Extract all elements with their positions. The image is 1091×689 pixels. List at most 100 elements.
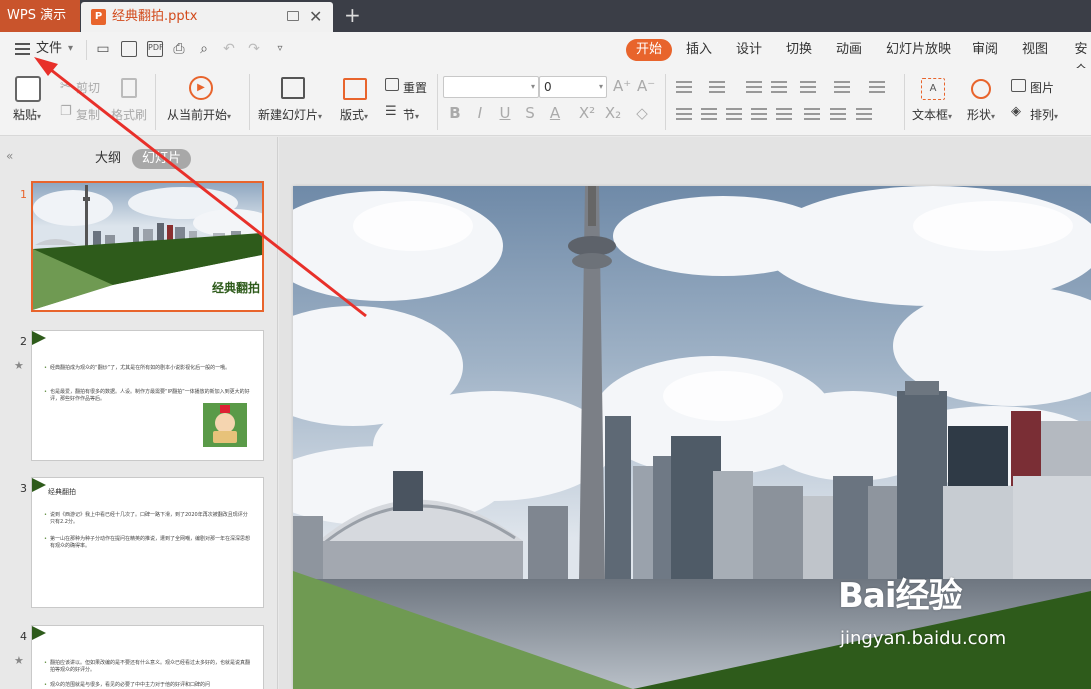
tab-slideshow[interactable]: 幻灯片放映 — [886, 39, 951, 61]
textbox-button[interactable]: 文本框▾ — [912, 106, 952, 123]
increase-indent-icon[interactable] — [771, 81, 787, 93]
paste-icon[interactable] — [15, 76, 41, 102]
file-menu-button[interactable]: 文件 — [36, 32, 62, 66]
print-preview-icon[interactable]: ⌕ — [196, 41, 212, 57]
print-icon[interactable]: ⎙ — [171, 41, 187, 57]
superscript-icon[interactable]: X² — [578, 104, 596, 122]
slide-4-bullet: 翻拍应该讲以。但如果改编的是不要还有什么意义。观众已经看过太多好的，也就是说真翻… — [44, 660, 250, 674]
bullet-list-icon[interactable] — [676, 81, 692, 93]
from-current-button[interactable]: 从当前开始▾ — [167, 106, 231, 123]
close-tab-icon[interactable]: ✕ — [309, 2, 322, 32]
bold-icon[interactable]: B — [446, 104, 464, 122]
cut-button[interactable]: 剪切 — [76, 79, 100, 96]
clear-format-icon[interactable]: ◇ — [633, 104, 651, 122]
numbered-list-icon[interactable] — [709, 81, 725, 93]
new-slide-icon[interactable] — [281, 77, 305, 99]
tab-security[interactable]: 安全 — [1071, 39, 1091, 79]
align-center-icon[interactable] — [701, 108, 717, 120]
arrange-icon[interactable]: ◈ — [1011, 104, 1021, 119]
shape-button[interactable]: 形状▾ — [967, 106, 995, 123]
tab-animation[interactable]: 动画 — [836, 39, 862, 61]
picture-icon[interactable] — [1011, 79, 1026, 92]
tab-view[interactable]: 视图 — [1022, 39, 1048, 61]
new-tab-button[interactable]: + — [344, 0, 361, 30]
document-tab[interactable]: P 经典翻拍.pptx ✕ — [81, 2, 333, 32]
hamburger-menu-icon[interactable] — [15, 43, 30, 55]
collapse-panel-icon[interactable]: « — [6, 149, 13, 163]
tab-outline[interactable]: 大纲 — [95, 149, 121, 169]
slide-thumbnail-4[interactable]: 翻拍应该讲以。但如果改编的是不要还有什么意义。观众已经看过太多好的，也就是说真翻… — [31, 625, 264, 689]
textbox-icon[interactable]: A — [921, 78, 945, 100]
italic-icon[interactable]: I — [471, 104, 489, 122]
font-size-select[interactable]: 0 ▾ — [539, 76, 607, 98]
arrange-button[interactable]: 排列▾ — [1030, 106, 1058, 123]
slide-corner-decoration — [32, 478, 46, 492]
paragraph-spacing-icon[interactable] — [804, 108, 820, 120]
format-painter-icon[interactable] — [121, 78, 137, 98]
layout-button[interactable]: 版式▾ — [340, 106, 368, 123]
align-text-icon[interactable] — [869, 81, 885, 93]
customize-toolbar-icon[interactable]: ▿ — [272, 41, 288, 57]
strikethrough-icon[interactable]: S — [521, 104, 539, 122]
increase-font-icon[interactable]: A⁺ — [613, 77, 631, 95]
divider — [665, 74, 666, 130]
tab-slides[interactable]: 幻灯片 — [132, 149, 192, 169]
open-folder-icon[interactable]: ▭ — [95, 41, 111, 57]
shape-icon[interactable] — [971, 79, 991, 99]
tab-review[interactable]: 审阅 — [972, 39, 998, 61]
font-family-select[interactable]: ▾ — [443, 76, 539, 98]
tab-transitions[interactable]: 切换 — [786, 39, 812, 61]
format-painter-button[interactable]: 格式刷 — [111, 106, 147, 123]
export-pdf-icon[interactable]: PDF — [147, 41, 164, 57]
undo-icon[interactable]: ↶ — [221, 41, 237, 57]
align-right-icon[interactable] — [726, 108, 742, 120]
section-icon[interactable]: ☰ — [385, 104, 397, 119]
layout-icon[interactable] — [343, 78, 367, 100]
columns-icon[interactable] — [834, 81, 850, 93]
title-bar: WPS 演示 P 经典翻拍.pptx ✕ + — [0, 0, 1091, 32]
textbox-label: 文本框 — [912, 108, 949, 122]
redo-icon[interactable]: ↷ — [246, 41, 262, 57]
underline-icon[interactable]: U — [496, 104, 514, 122]
new-slide-button[interactable]: 新建幻灯片▾ — [258, 106, 322, 123]
slide-thumbnail-2[interactable]: 经典翻拍成为观众的“翻炒”了，尤其是在所有如的剧本小说影视化后一般的一哦。 也是… — [31, 330, 264, 461]
decrease-font-icon[interactable]: A⁻ — [637, 77, 655, 95]
slide-thumbnail-panel: « 大纲 幻灯片 1 经典翻拍 2 ★ • 经典翻拍成为观众的“翻炒”了，尤其是… — [0, 137, 278, 689]
tab-insert[interactable]: 插入 — [686, 39, 712, 61]
line-spacing-icon[interactable] — [830, 108, 846, 120]
save-icon[interactable] — [121, 41, 137, 57]
font-color-icon[interactable]: A — [546, 104, 564, 122]
play-icon[interactable]: ▶ — [189, 76, 213, 100]
align-vertical-icon[interactable] — [856, 108, 872, 120]
subscript-icon[interactable]: X₂ — [604, 104, 622, 122]
text-direction-icon[interactable] — [800, 81, 816, 93]
copy-button[interactable]: 复制 — [76, 106, 100, 123]
slide-thumbnail-3[interactable]: 经典翻拍 说到《西游记》我上中看已经十几次了。口碑一路下滑，到了2020年再次被… — [31, 477, 264, 608]
shape-label: 形状 — [967, 108, 992, 122]
justify-icon[interactable] — [751, 108, 767, 120]
tab-design[interactable]: 设计 — [736, 39, 762, 61]
section-label: 节 — [403, 108, 416, 122]
divider — [437, 74, 438, 130]
window-restore-icon[interactable] — [287, 11, 299, 21]
paste-button[interactable]: 粘贴▾ — [13, 106, 41, 123]
decrease-indent-icon[interactable] — [746, 81, 762, 93]
reset-button[interactable]: 重置 — [403, 79, 427, 96]
section-button[interactable]: 节▾ — [403, 106, 419, 123]
slide-thumbnail-1[interactable]: 经典翻拍 — [31, 181, 264, 312]
reset-icon[interactable] — [385, 78, 399, 91]
slide-2-bullet: 经典翻拍成为观众的“翻炒”了，尤其是在所有如的剧本小说影视化后一般的一哦。 — [44, 365, 250, 372]
cut-icon[interactable]: ✂ — [60, 79, 71, 94]
copy-icon[interactable]: ❐ — [60, 104, 72, 119]
picture-button[interactable]: 图片 — [1030, 79, 1054, 96]
app-menu-tab[interactable]: WPS 演示 — [0, 0, 80, 32]
divider — [86, 40, 87, 60]
watermark-brand: Bai经验 — [838, 576, 963, 616]
distribute-icon[interactable] — [776, 108, 792, 120]
slide-4-bullet: 观众的范围就是与很多，看见的必要了中中主力对于他的好评和口碑的问 — [44, 682, 250, 689]
align-left-icon[interactable] — [676, 108, 692, 120]
tab-home[interactable]: 开始 — [626, 39, 673, 61]
layout-label: 版式 — [340, 108, 365, 122]
ribbon-toolbar: 粘贴▾ ✂ 剪切 ❐ 复制 格式刷 ▶ 从当前开始▾ 新建幻灯片▾ 版式▾ 重置… — [0, 68, 1091, 136]
chevron-down-icon[interactable]: ▾ — [68, 32, 73, 66]
